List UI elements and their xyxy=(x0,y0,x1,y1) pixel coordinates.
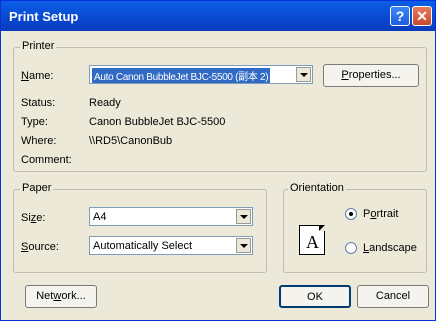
ok-button[interactable]: OK xyxy=(279,285,351,308)
paper-source-dropdown[interactable]: Automatically Select xyxy=(89,236,253,255)
landscape-label[interactable]: Landscape xyxy=(363,242,417,254)
chevron-down-icon[interactable] xyxy=(236,238,251,253)
source-label: Source: xyxy=(21,241,59,253)
size-label: Size: xyxy=(21,212,46,224)
printer-name-value: Auto Canon BubbleJet BJC-5500 (副本 2) xyxy=(92,68,271,83)
help-button[interactable]: ? xyxy=(390,6,410,26)
page-corner-fold xyxy=(319,225,325,231)
printer-group-label: Printer xyxy=(20,40,57,52)
dialog-title: Print Setup xyxy=(9,9,79,24)
portrait-page-icon: A xyxy=(299,225,325,255)
portrait-radio[interactable] xyxy=(345,208,357,220)
radio-selected-dot xyxy=(349,212,353,216)
name-label: Name: xyxy=(21,70,54,82)
comment-label: Comment: xyxy=(21,154,72,166)
where-value: \\RD5\CanonBub xyxy=(89,135,173,147)
status-label: Status: xyxy=(21,97,56,109)
print-setup-dialog: Print Setup ? ✕ Printer Name: Auto Canon… xyxy=(0,0,436,321)
paper-group-label: Paper xyxy=(20,182,54,194)
paper-group: Paper xyxy=(13,182,267,273)
chevron-down-icon[interactable] xyxy=(296,67,311,82)
properties-button[interactable]: Properties... xyxy=(323,64,419,87)
paper-size-dropdown[interactable]: A4 xyxy=(89,207,253,226)
type-value: Canon BubbleJet BJC-5500 xyxy=(89,116,226,128)
type-label: Type: xyxy=(21,116,48,128)
paper-source-value: Automatically Select xyxy=(93,240,193,252)
title-bar[interactable]: Print Setup ? ✕ xyxy=(1,1,435,31)
orientation-group-label: Orientation xyxy=(288,182,346,194)
paper-size-value: A4 xyxy=(93,211,107,223)
status-value: Ready xyxy=(89,97,121,109)
chevron-down-icon[interactable] xyxy=(236,209,251,224)
cancel-button[interactable]: Cancel xyxy=(357,285,429,308)
printer-name-dropdown[interactable]: Auto Canon BubbleJet BJC-5500 (副本 2) xyxy=(89,65,313,84)
landscape-radio[interactable] xyxy=(345,242,357,254)
close-button[interactable]: ✕ xyxy=(412,6,432,26)
preview-letter: A xyxy=(306,232,319,252)
network-button[interactable]: Network... xyxy=(25,285,97,308)
where-label: Where: xyxy=(21,135,57,147)
portrait-label[interactable]: Portrait xyxy=(363,208,398,220)
